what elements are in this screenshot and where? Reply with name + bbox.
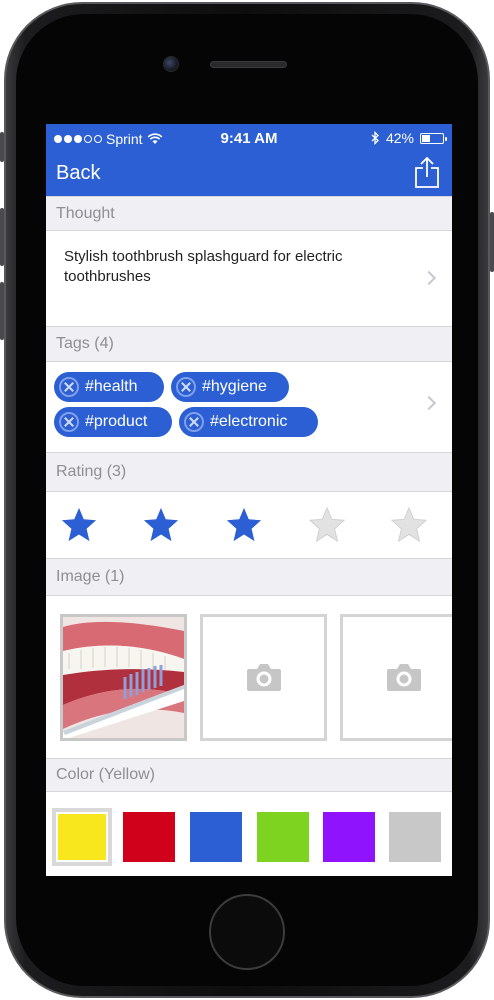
status-right: 42% xyxy=(371,130,447,146)
star-empty-icon[interactable] xyxy=(390,506,428,544)
chevron-right-icon xyxy=(421,395,437,411)
volume-up-button xyxy=(0,208,4,266)
color-swatch[interactable] xyxy=(257,812,309,862)
power-button xyxy=(490,212,494,272)
volume-down-button xyxy=(0,282,4,340)
remove-tag-icon[interactable] xyxy=(59,377,79,397)
color-swatch[interactable] xyxy=(190,812,242,862)
home-button[interactable] xyxy=(209,894,285,970)
color-swatch[interactable] xyxy=(389,812,441,862)
share-icon[interactable] xyxy=(414,156,440,188)
rating-section-header: Rating (3) xyxy=(46,452,452,492)
color-header-label: Color (Yellow) xyxy=(56,766,155,783)
earpiece-speaker xyxy=(210,61,287,68)
color-row xyxy=(46,792,452,876)
tag-chip[interactable]: #product xyxy=(54,407,172,437)
star-filled-icon[interactable] xyxy=(142,506,180,544)
color-swatch[interactable] xyxy=(123,812,175,862)
battery-icon xyxy=(420,132,447,144)
thought-row[interactable]: Stylish toothbrush splashguard for elect… xyxy=(46,231,452,326)
tag-label: #product xyxy=(85,413,148,430)
bluetooth-icon xyxy=(371,131,379,145)
tag-chip[interactable]: #hygiene xyxy=(171,372,289,402)
remove-tag-icon[interactable] xyxy=(184,412,204,432)
image-thumbnail[interactable] xyxy=(60,614,187,741)
tag-chip[interactable]: #health xyxy=(54,372,164,402)
image-row xyxy=(46,596,452,758)
camera-icon xyxy=(387,664,421,691)
navigation-bar: Sprint 9:41 AM 42% Back xyxy=(46,124,452,196)
image-header-label: Image (1) xyxy=(56,568,125,585)
rating-row xyxy=(46,492,452,558)
color-swatch[interactable] xyxy=(323,812,375,862)
camera-icon xyxy=(247,664,281,691)
remove-tag-icon[interactable] xyxy=(176,377,196,397)
star-empty-icon[interactable] xyxy=(308,506,346,544)
image-section-header: Image (1) xyxy=(46,558,452,596)
app-screen: Sprint 9:41 AM 42% Back Thought Stylish … xyxy=(46,124,452,876)
tags-section-header: Tags (4) xyxy=(46,326,452,362)
battery-percent: 42% xyxy=(385,130,414,146)
star-filled-icon[interactable] xyxy=(225,506,263,544)
status-bar: Sprint 9:41 AM 42% xyxy=(46,124,452,152)
tag-label: #hygiene xyxy=(202,378,267,395)
tag-label: #health xyxy=(85,378,138,395)
add-image-slot[interactable] xyxy=(200,614,327,741)
rating-header-label: Rating (3) xyxy=(56,463,127,480)
star-filled-icon[interactable] xyxy=(60,506,98,544)
add-image-slot[interactable] xyxy=(340,614,452,741)
thought-header-label: Thought xyxy=(56,204,115,222)
toothbrush-photo xyxy=(63,617,184,738)
tags-row[interactable]: #health #hygiene #product #electronic xyxy=(46,362,452,452)
tags-header-label: Tags (4) xyxy=(56,335,114,352)
front-camera xyxy=(163,56,179,72)
remove-tag-icon[interactable] xyxy=(59,412,79,432)
tag-label: #electronic xyxy=(210,413,288,430)
tag-chip[interactable]: #electronic xyxy=(179,407,318,437)
color-section-header: Color (Yellow) xyxy=(46,758,452,792)
thought-section-header: Thought xyxy=(46,196,452,231)
thought-text: Stylish toothbrush splashguard for elect… xyxy=(64,248,343,285)
back-button[interactable]: Back xyxy=(56,162,100,185)
color-swatch[interactable] xyxy=(52,808,112,866)
chevron-right-icon xyxy=(421,270,437,286)
silent-switch xyxy=(0,132,4,162)
